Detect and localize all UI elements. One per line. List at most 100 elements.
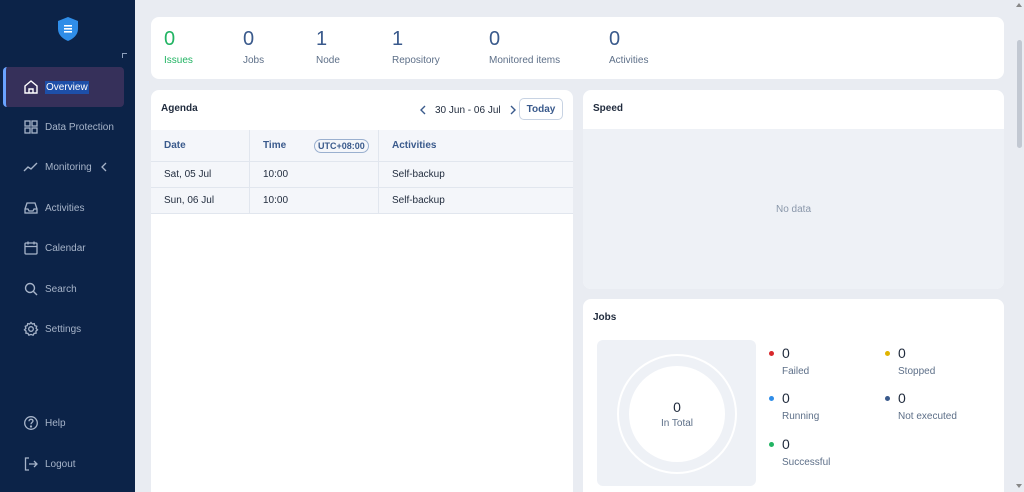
chevron-left-icon[interactable] (99, 162, 109, 172)
sidebar-item-label: Data Protection (45, 121, 114, 133)
collapse-handle[interactable] (122, 53, 127, 58)
speed-chart-area: No data (583, 129, 1004, 289)
scroll-down-arrow[interactable] (1016, 484, 1022, 488)
status-dot (885, 351, 890, 356)
agenda-card: Agenda 30 Jun - 06 Jul Today Date Time U… (151, 90, 573, 492)
legend-label: Not executed (898, 411, 957, 422)
status-dot (769, 351, 774, 356)
gear-icon (23, 321, 39, 337)
stat-label: Monitored items (489, 55, 561, 66)
jobs-total-value: 0 (673, 399, 681, 415)
scroll-up-arrow[interactable] (1016, 3, 1022, 7)
inbox-icon (23, 200, 39, 216)
today-button[interactable]: Today (519, 98, 563, 120)
stat-value: 1 (392, 28, 404, 50)
column-header-time[interactable]: Time UTC+08:00 (250, 130, 379, 161)
agenda-title: Agenda (161, 103, 198, 114)
logout-icon (23, 456, 39, 472)
help-icon (23, 415, 39, 431)
donut-center: 0 In Total (629, 366, 725, 462)
cell-activity: Self-backup (392, 169, 445, 180)
jobs-total-label: In Total (660, 418, 694, 429)
app-logo-icon[interactable] (57, 16, 79, 42)
cell-time: 10:00 (250, 188, 379, 213)
stat-value: 1 (316, 28, 328, 50)
stat-label: Activities (609, 55, 649, 66)
legend-value: 0 (782, 390, 790, 406)
chevron-left-icon (420, 105, 426, 115)
stat-label: Issues (164, 55, 193, 66)
stat-label: Node (316, 55, 340, 66)
sidebar-item-settings[interactable]: Settings (3, 309, 124, 349)
legend-label: Successful (782, 457, 831, 468)
sidebar-item-overview[interactable]: Overview (3, 67, 124, 107)
speed-title: Speed (593, 103, 624, 114)
summary-stats-bar: 0 Issues 0 Jobs 1 Node 1 Repository 0 Mo… (151, 17, 1004, 79)
table-header: Date Time UTC+08:00 Activities (151, 130, 573, 162)
sidebar-item-label: Help (45, 417, 66, 429)
stat-activities[interactable]: 0 Activities (609, 27, 648, 66)
grid-icon (23, 119, 39, 135)
jobs-donut-panel: 0 In Total (597, 340, 756, 486)
legend-value: 0 (782, 345, 790, 361)
agenda-table: Date Time UTC+08:00 Activities Sat, 05 J… (151, 130, 573, 214)
status-dot (769, 396, 774, 401)
calendar-icon (23, 240, 39, 256)
home-icon (23, 79, 39, 95)
sidebar-item-monitoring[interactable]: Monitoring (3, 147, 124, 187)
stat-jobs[interactable]: 0 Jobs (243, 27, 264, 66)
cell-time: 10:00 (250, 162, 379, 187)
sidebar-item-calendar[interactable]: Calendar (3, 228, 124, 268)
sidebar-item-label: Monitoring (45, 161, 92, 173)
status-dot (885, 396, 890, 401)
legend-value: 0 (898, 390, 906, 406)
sidebar-item-label: Settings (45, 323, 82, 335)
sidebar-item-activities[interactable]: Activities (3, 188, 124, 228)
stat-value: 0 (609, 28, 621, 50)
speed-card: Speed No data (583, 90, 1004, 289)
sidebar-item-help[interactable]: Help (3, 403, 124, 443)
agenda-date-range: 30 Jun - 06 Jul (435, 104, 501, 116)
stat-label: Repository (392, 55, 440, 66)
sidebar-item-data-protection[interactable]: Data Protection (3, 107, 124, 147)
sidebar-item-label: Calendar (45, 242, 86, 254)
sidebar-item-search[interactable]: Search (3, 269, 124, 309)
stat-value: 0 (164, 28, 176, 50)
sidebar-item-logout[interactable]: Logout (3, 444, 124, 484)
stat-issues[interactable]: 0 Issues (164, 27, 193, 66)
stat-label: Jobs (243, 55, 265, 66)
page-scrollbar[interactable] (1017, 40, 1022, 148)
search-icon (23, 281, 39, 297)
timezone-badge[interactable]: UTC+08:00 (314, 139, 369, 153)
table-row[interactable]: Sat, 05 Jul 10:00 Self-backup (151, 162, 573, 188)
cell-date: Sun, 06 Jul (151, 188, 250, 213)
column-header-date[interactable]: Date (151, 130, 250, 161)
table-row[interactable]: Sun, 06 Jul 10:00 Self-backup (151, 188, 573, 214)
sidebar-item-label: Overview (45, 80, 89, 94)
sidebar-item-label: Logout (45, 458, 76, 470)
cell-activity: Self-backup (392, 195, 445, 206)
chevron-right-icon (510, 105, 516, 115)
stat-monitored-items[interactable]: 0 Monitored items (489, 27, 560, 66)
trend-icon (23, 159, 39, 175)
legend-value: 0 (898, 345, 906, 361)
column-header-time-label: Time (263, 140, 287, 151)
legend-label: Failed (782, 366, 810, 377)
legend-label: Stopped (898, 366, 936, 377)
stat-value: 0 (243, 28, 255, 50)
jobs-card: Jobs 0 In Total 0 Failed 0 Stopped 0 Run… (583, 299, 1004, 492)
stat-repository[interactable]: 1 Repository (392, 27, 440, 66)
sidebar-item-label: Search (45, 283, 77, 295)
agenda-date-navigator: 30 Jun - 06 Jul (415, 98, 521, 122)
column-header-activities[interactable]: Activities (379, 130, 573, 161)
legend-value: 0 (782, 436, 790, 452)
stat-node[interactable]: 1 Node (316, 27, 340, 66)
legend-label: Running (782, 411, 820, 422)
stat-value: 0 (489, 28, 501, 50)
sidebar: Overview Data Protection Monitoring Acti… (0, 0, 135, 492)
jobs-donut-chart: 0 In Total (617, 354, 737, 474)
jobs-title: Jobs (593, 312, 617, 323)
no-data-text: No data (775, 203, 812, 215)
prev-week-button[interactable] (415, 102, 431, 118)
cell-date: Sat, 05 Jul (151, 162, 250, 187)
